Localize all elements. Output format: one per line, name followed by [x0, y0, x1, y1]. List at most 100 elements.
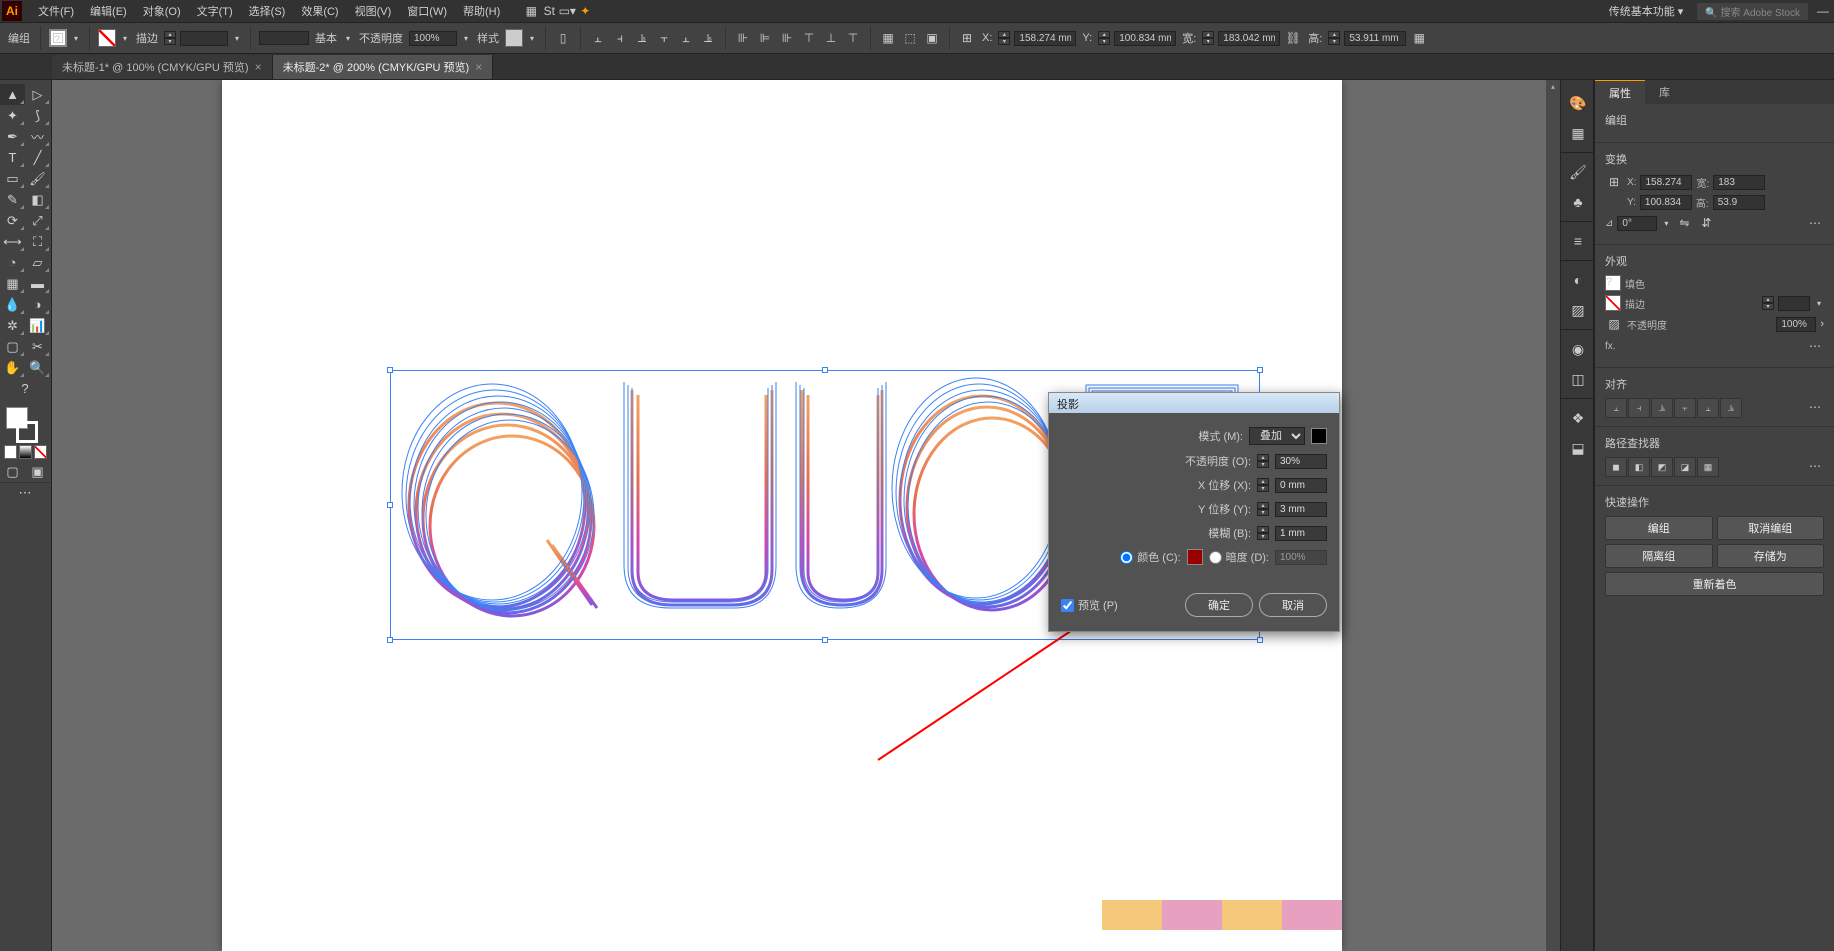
h-stepper[interactable]: ▴▾: [1328, 31, 1340, 45]
isolate-icon[interactable]: ▣: [923, 29, 941, 47]
v-scrollbar[interactable]: ▴: [1546, 80, 1560, 951]
edit-toolbar[interactable]: ⋯: [0, 482, 50, 503]
prop-w-input[interactable]: [1713, 175, 1765, 190]
brushes-panel-icon[interactable]: 🖌: [1561, 157, 1595, 187]
color-mode-gradient[interactable]: [19, 445, 32, 459]
dist-h-left-icon[interactable]: ⊪: [734, 29, 752, 47]
ref-point-icon[interactable]: ⊞: [958, 29, 976, 47]
stroke-dropdown[interactable]: ▾: [120, 31, 130, 45]
align-right-icon[interactable]: ⫡: [633, 29, 651, 47]
dlg-color-radio[interactable]: [1120, 551, 1133, 564]
dlg-mode-select[interactable]: 叠加: [1249, 427, 1305, 445]
profile-label[interactable]: 基本: [315, 30, 337, 46]
prop-stroke-stepper[interactable]: ▴▾: [1762, 296, 1774, 310]
more-align-icon[interactable]: ⋯: [1806, 398, 1824, 416]
doc-tab-1[interactable]: 未标题-1* @ 100% (CMYK/GPU 预览)×: [52, 55, 273, 79]
quick-isolate-button[interactable]: 隔离组: [1605, 544, 1713, 568]
dist-v-top-icon[interactable]: ⊤: [800, 29, 818, 47]
align-left-button[interactable]: ⫠: [1605, 398, 1627, 418]
eraser-tool[interactable]: ◧: [25, 189, 50, 210]
pathfinder-unite[interactable]: ◼: [1605, 457, 1627, 477]
gpu-icon[interactable]: ✦: [576, 2, 594, 20]
type-tool[interactable]: T: [0, 147, 25, 168]
menu-select[interactable]: 选择(S): [241, 3, 294, 19]
flip-h-icon[interactable]: ⇋: [1675, 214, 1693, 232]
more-appearance-icon[interactable]: ⋯: [1806, 337, 1824, 355]
align-hcenter-button[interactable]: ⫞: [1628, 398, 1650, 418]
gradient-tool[interactable]: ▬: [25, 273, 50, 294]
stroke-label[interactable]: 描边: [136, 30, 158, 46]
w-input[interactable]: [1218, 31, 1280, 46]
dist-h-center-icon[interactable]: ⊫: [756, 29, 774, 47]
fill-dropdown[interactable]: ▾: [71, 31, 81, 45]
search-input[interactable]: 🔍 搜索 Adobe Stock: [1697, 3, 1808, 20]
shape-opts-icon[interactable]: ▦: [1410, 29, 1428, 47]
stroke-weight-input[interactable]: [180, 31, 228, 46]
menu-effect[interactable]: 效果(C): [293, 3, 346, 19]
dlg-opacity-stepper[interactable]: ▴▾: [1257, 454, 1269, 468]
color-panel-icon[interactable]: 🎨: [1561, 88, 1595, 118]
screen-mode-normal[interactable]: ▢: [0, 461, 25, 482]
dlg-color-swatch[interactable]: [1187, 549, 1203, 565]
layers-panel-icon[interactable]: ❖: [1561, 403, 1595, 433]
rotate-tool[interactable]: ⟳: [0, 210, 25, 231]
stroke-weight-stepper[interactable]: ▴▾: [164, 31, 176, 45]
color-mode-solid[interactable]: [4, 445, 17, 459]
link-wh-icon[interactable]: ⛓: [1284, 29, 1302, 47]
toggle-tool[interactable]: ?: [0, 378, 50, 399]
align-icon-1[interactable]: ▯: [554, 29, 572, 47]
stroke-swatch[interactable]: [98, 29, 116, 47]
menu-type[interactable]: 文字(T): [189, 3, 241, 19]
menu-edit[interactable]: 编辑(E): [82, 3, 135, 19]
eyedropper-tool[interactable]: 💧: [0, 294, 25, 315]
pathfinder-divide[interactable]: ▦: [1697, 457, 1719, 477]
style-swatch[interactable]: [505, 29, 523, 47]
gradient-panel-icon[interactable]: ◐: [1561, 265, 1595, 295]
menu-help[interactable]: 帮助(H): [455, 3, 508, 19]
perspective-tool[interactable]: ▱: [25, 252, 50, 273]
x-input[interactable]: [1014, 31, 1076, 46]
more-pathfinder-icon[interactable]: ⋯: [1806, 457, 1824, 475]
dlg-y-stepper[interactable]: ▴▾: [1257, 502, 1269, 516]
prop-h-input[interactable]: [1713, 195, 1765, 210]
dlg-cancel-button[interactable]: 取消: [1259, 593, 1327, 617]
fill-swatch[interactable]: ?: [49, 29, 67, 47]
prop-stroke-swatch[interactable]: [1605, 295, 1621, 311]
dlg-dark-input[interactable]: [1275, 550, 1327, 565]
free-transform-tool[interactable]: ⛶: [25, 231, 50, 252]
shape-builder-tool[interactable]: ◔: [0, 252, 25, 273]
curvature-tool[interactable]: 〰: [25, 126, 50, 147]
dlg-ok-button[interactable]: 确定: [1185, 593, 1253, 617]
graph-tool[interactable]: 📊: [25, 315, 50, 336]
align-bottom-button[interactable]: ⫡: [1720, 398, 1742, 418]
direct-selection-tool[interactable]: ▷: [25, 84, 50, 105]
y-stepper[interactable]: ▴▾: [1098, 31, 1110, 45]
close-icon[interactable]: ×: [475, 60, 482, 74]
fx-label[interactable]: fx.: [1605, 341, 1616, 352]
more-transform-icon[interactable]: ⋯: [1806, 214, 1824, 232]
quick-save-button[interactable]: 存储为: [1717, 544, 1825, 568]
y-input[interactable]: [1114, 31, 1176, 46]
dist-v-bottom-icon[interactable]: ⊤: [844, 29, 862, 47]
appearance-panel-icon[interactable]: ◉: [1561, 334, 1595, 364]
prop-rotate-input[interactable]: [1617, 216, 1657, 231]
align-vcenter-button[interactable]: ⫠: [1697, 398, 1719, 418]
dlg-dark-radio[interactable]: [1209, 551, 1222, 564]
menu-file[interactable]: 文件(F): [30, 3, 82, 19]
dialog-title[interactable]: 投影: [1049, 393, 1339, 413]
lasso-tool[interactable]: ⟆: [25, 105, 50, 126]
blend-tool[interactable]: ◑: [25, 294, 50, 315]
menu-object[interactable]: 对象(O): [135, 3, 189, 19]
magic-wand-tool[interactable]: ✦: [0, 105, 25, 126]
dlg-mode-color[interactable]: [1311, 428, 1327, 444]
transform-icon[interactable]: ▦: [879, 29, 897, 47]
prop-x-input[interactable]: [1640, 175, 1692, 190]
align-right-button[interactable]: ⫡: [1651, 398, 1673, 418]
dlg-x-stepper[interactable]: ▴▾: [1257, 478, 1269, 492]
quick-ungroup-button[interactable]: 取消编组: [1717, 516, 1825, 540]
h-input[interactable]: [1344, 31, 1406, 46]
profile-swatch[interactable]: [259, 31, 309, 45]
prop-fill-swatch[interactable]: ?: [1605, 275, 1621, 291]
dlg-blur-stepper[interactable]: ▴▾: [1257, 526, 1269, 540]
pathfinder-exclude[interactable]: ◪: [1674, 457, 1696, 477]
